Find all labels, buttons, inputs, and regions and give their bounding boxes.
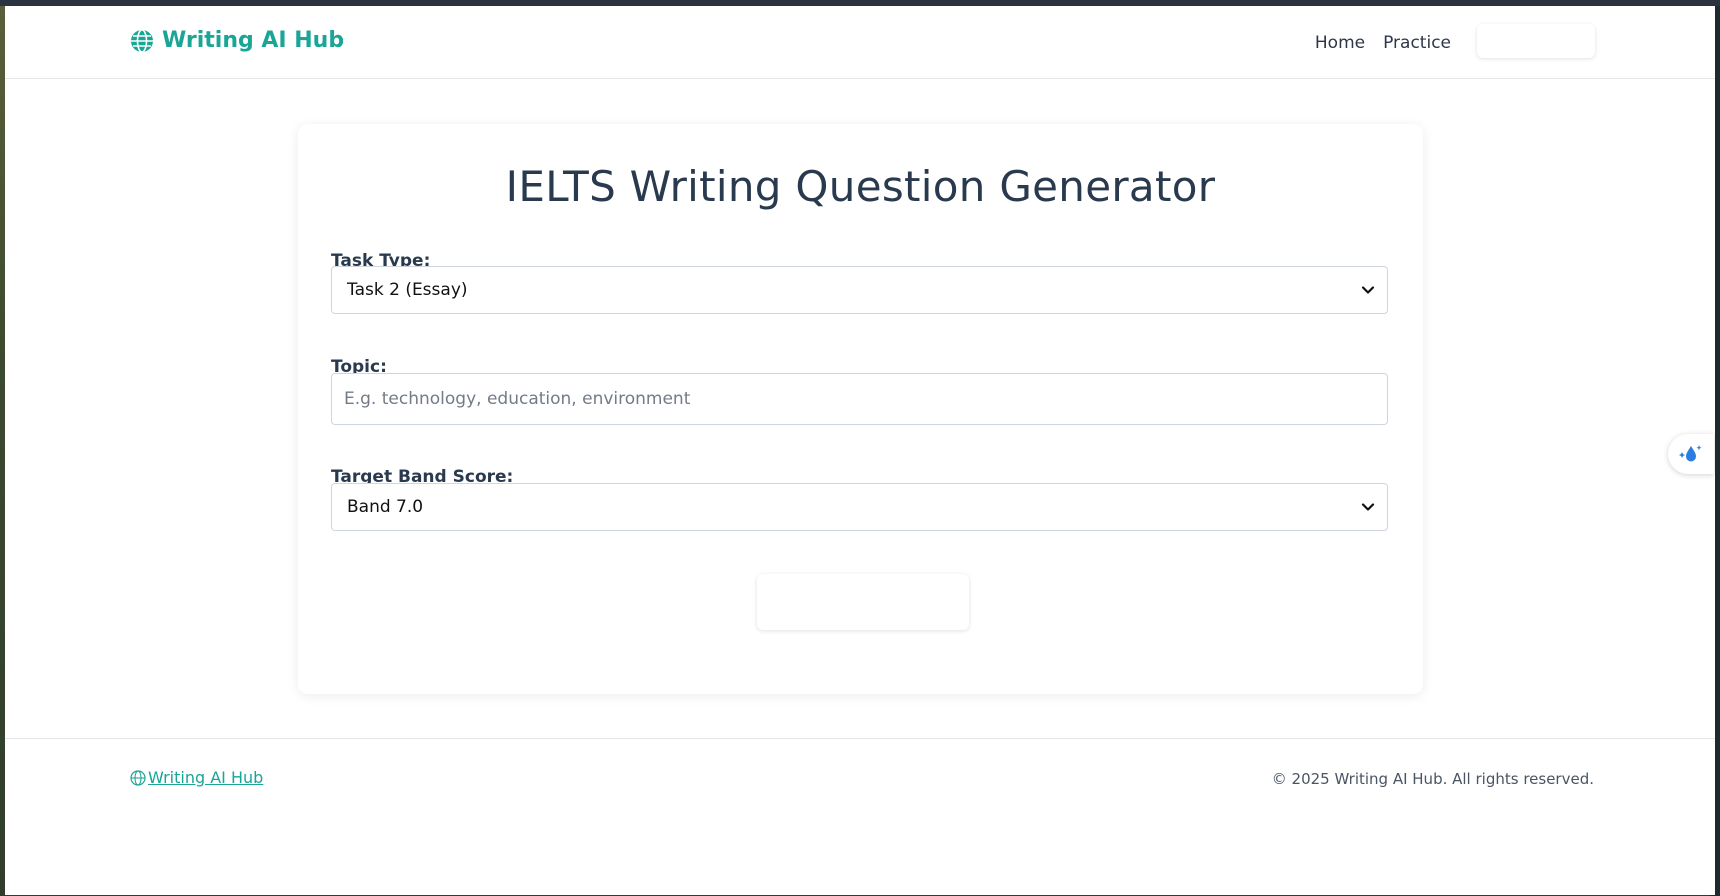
droplet-sparkle-icon [1679, 445, 1702, 462]
nav-action-button[interactable] [1477, 24, 1595, 58]
window-top-border [0, 0, 1720, 6]
brand-link[interactable]: Writing AI Hub [130, 28, 344, 53]
task-type-value: Task 2 (Essay) [347, 280, 468, 300]
page-title: IELTS Writing Question Generator [505, 162, 1216, 211]
brand-name: Writing AI Hub [162, 28, 345, 53]
task-type-select[interactable]: Task 2 (Essay) [331, 266, 1388, 314]
assistant-widget-button[interactable] [1668, 434, 1714, 474]
globe-icon [130, 769, 146, 786]
band-score-select[interactable]: Band 7.0 [331, 483, 1388, 531]
footer-brand-link[interactable]: Writing AI Hub [130, 768, 263, 787]
browser-viewport: Writing AI Hub Home Practice IELTS Writi… [5, 5, 1715, 895]
footer-brand-name: Writing AI Hub [148, 768, 264, 787]
generate-button[interactable] [757, 574, 969, 630]
nav-practice-link[interactable]: Practice [1383, 33, 1451, 53]
site-header: Writing AI Hub Home Practice [5, 6, 1715, 79]
topic-input[interactable] [331, 373, 1388, 425]
site-footer: Writing AI Hub © 2025 Writing AI Hub. Al… [5, 738, 1715, 895]
band-score-value: Band 7.0 [347, 497, 424, 517]
copyright-text: © 2025 Writing AI Hub. All rights reserv… [1271, 770, 1594, 788]
chevron-down-icon [1361, 503, 1375, 511]
globe-icon [131, 28, 153, 53]
main-nav: Home Practice [1315, 24, 1595, 58]
generator-card: IELTS Writing Question Generator Task Ty… [298, 124, 1423, 694]
nav-home-link[interactable]: Home [1315, 33, 1365, 53]
chevron-down-icon [1361, 286, 1375, 294]
